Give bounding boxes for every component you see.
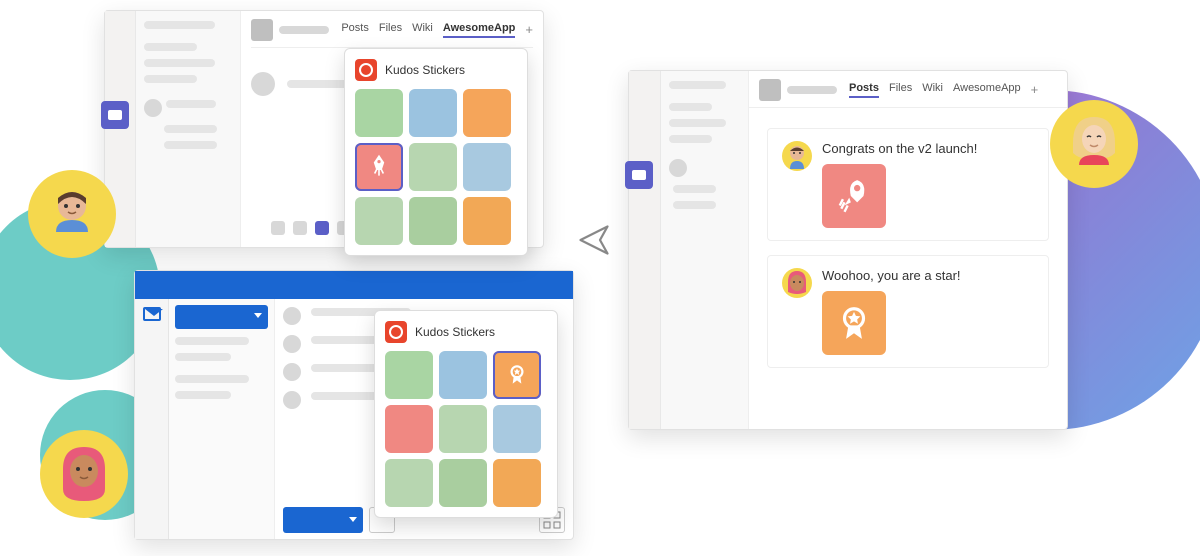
channel-header: Posts Files Wiki AwesomeApp + [749,71,1067,108]
format-icon[interactable] [271,221,285,235]
team-avatar [759,79,781,101]
add-tab-icon[interactable]: + [525,22,533,38]
channel-list [661,71,749,429]
send-icon [576,222,612,263]
avatar [782,268,812,298]
sticker-tile[interactable] [493,405,541,453]
chat-message: Congrats on the v2 launch! [767,128,1049,241]
new-mail-button[interactable] [175,305,268,329]
avatar-hijab [40,430,128,518]
sticker-tile[interactable] [385,459,433,507]
sticker-tile[interactable] [409,143,457,191]
tab-app[interactable]: AwesomeApp [443,22,516,38]
rocket-sticker [822,164,886,228]
chat-message: Woohoo, you are a star! [767,255,1049,368]
tab-posts[interactable]: Posts [849,82,879,98]
sticker-rocket[interactable] [355,143,403,191]
kudos-app-icon [385,321,407,343]
sticker-tile[interactable] [463,197,511,245]
tab-files[interactable]: Files [889,82,912,98]
mail-icon[interactable] [143,307,161,321]
sticker-award[interactable] [493,351,541,399]
send-button[interactable] [283,507,363,533]
app-rail [135,299,169,539]
sticker-picker-icon[interactable] [315,221,329,235]
tab-wiki[interactable]: Wiki [412,22,433,38]
app-rail [629,71,661,429]
compose-toolbar [271,221,351,235]
sticker-tile[interactable] [355,89,403,137]
sticker-tile[interactable] [409,197,457,245]
attach-icon[interactable] [293,221,307,235]
channel-list [136,11,242,247]
sticker-tile[interactable] [463,89,511,137]
sticker-tile[interactable] [493,459,541,507]
tab-posts[interactable]: Posts [341,22,369,38]
avatar [782,141,812,171]
tab-wiki[interactable]: Wiki [922,82,943,98]
kudos-stickers-popup: Kudos Stickers [344,48,528,256]
tab-files[interactable]: Files [379,22,402,38]
teams-icon[interactable] [101,101,129,129]
award-sticker [822,291,886,355]
teams-icon[interactable] [625,161,653,189]
add-tab-icon[interactable]: + [1031,82,1039,98]
sticker-tile[interactable] [385,351,433,399]
message-text: Woohoo, you are a star! [822,268,961,283]
sticker-tile[interactable] [409,89,457,137]
avatar-male [28,170,116,258]
sticker-tile[interactable] [463,143,511,191]
sticker-tile[interactable] [439,405,487,453]
sticker-tile[interactable] [385,405,433,453]
tab-app[interactable]: AwesomeApp [953,82,1021,98]
message-text: Congrats on the v2 launch! [822,141,977,156]
avatar-female [1050,100,1138,188]
folder-pane [169,299,275,539]
team-avatar [251,19,273,41]
kudos-app-icon [355,59,377,81]
kudos-stickers-popup: Kudos Stickers [374,310,558,518]
channel-header: Posts Files Wiki AwesomeApp + [251,19,533,48]
sticker-tile[interactable] [439,351,487,399]
titlebar [135,271,573,299]
teams-window-result: Posts Files Wiki AwesomeApp + Congrats o… [628,70,1068,430]
sticker-tile[interactable] [355,197,403,245]
sticker-tile[interactable] [439,459,487,507]
popup-title: Kudos Stickers [385,63,465,77]
popup-title: Kudos Stickers [415,325,495,339]
